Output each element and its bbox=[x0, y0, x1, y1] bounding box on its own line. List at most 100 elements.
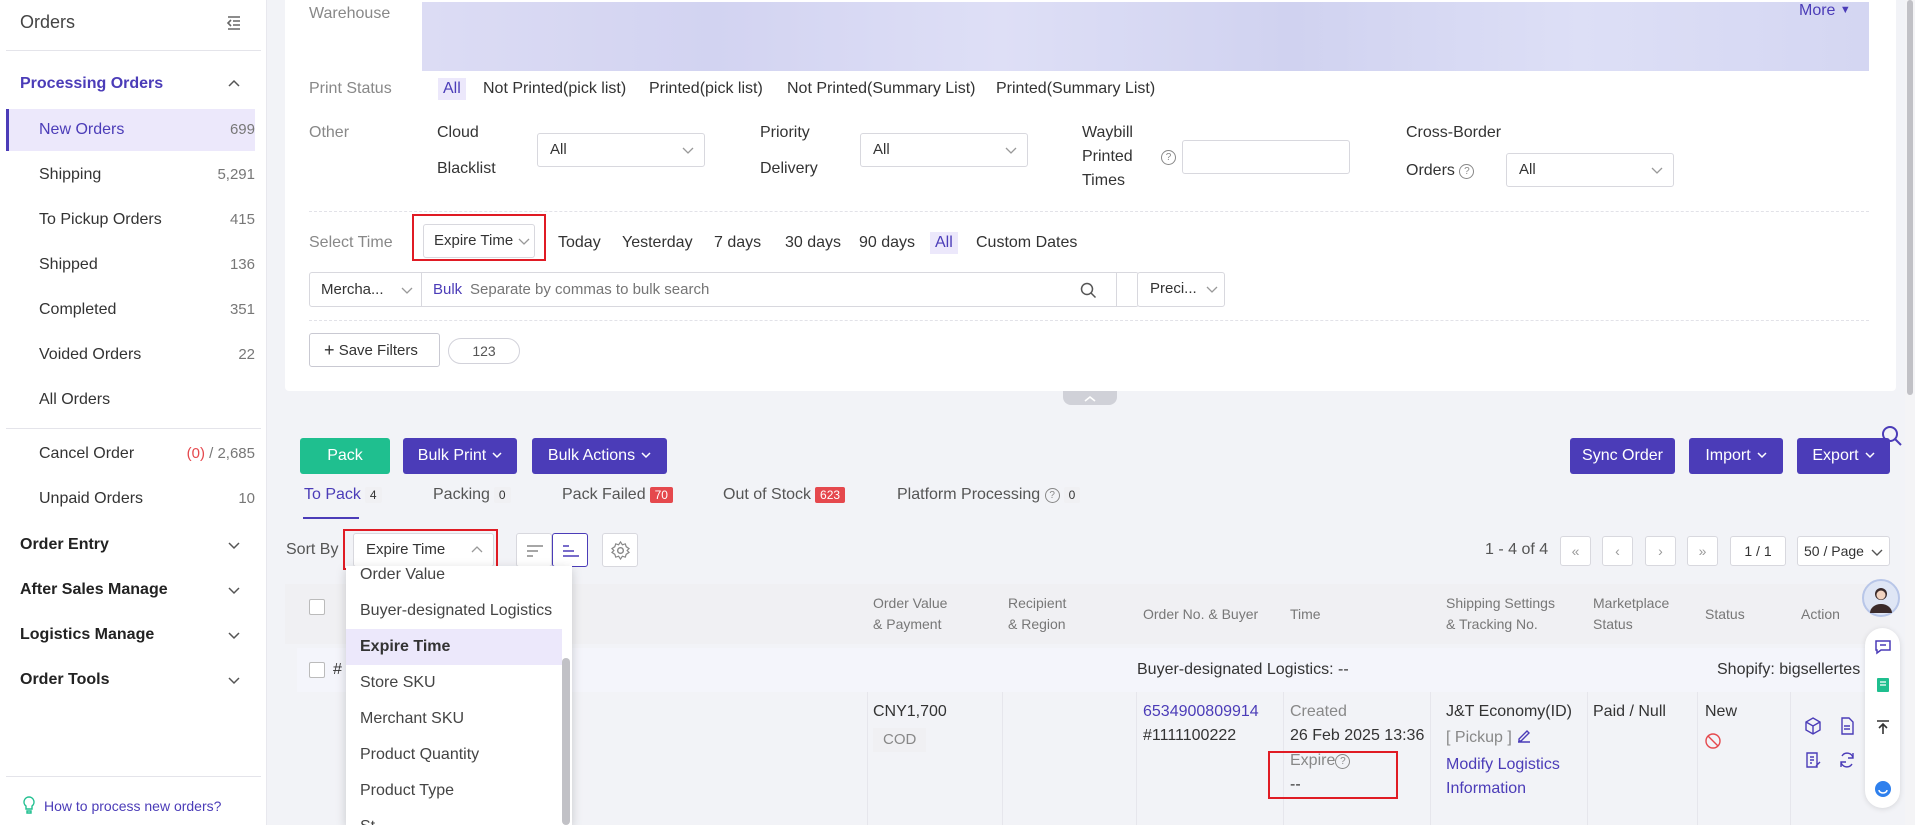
more-button[interactable]: More ▼ bbox=[1799, 2, 1851, 20]
sort-option-store-sku[interactable]: Store SKU bbox=[346, 665, 562, 701]
bulk-search-button[interactable]: Bulk bbox=[433, 273, 462, 306]
time-type-select[interactable]: Expire Time bbox=[423, 224, 535, 258]
book-icon[interactable] bbox=[1874, 676, 1892, 694]
tab-pack-failed[interactable]: Pack Failed 70 bbox=[562, 486, 673, 504]
help-icon[interactable]: ? bbox=[1335, 754, 1351, 769]
print-status-not-printed-pick[interactable]: Not Printed(pick list) bbox=[483, 80, 626, 98]
sidebar-item-new-orders[interactable]: New Orders 699 bbox=[6, 109, 255, 151]
prev-page-button[interactable]: ‹ bbox=[1602, 536, 1633, 566]
sort-option-expire-time[interactable]: Expire Time bbox=[346, 629, 562, 665]
sidebar-item-to-pickup-orders[interactable]: To Pickup Orders 415 bbox=[6, 199, 255, 241]
time-yesterday[interactable]: Yesterday bbox=[622, 234, 693, 252]
sidebar-section-order-tools[interactable]: Order Tools bbox=[20, 671, 110, 689]
import-button[interactable]: Import bbox=[1689, 438, 1783, 474]
print-status-printed-pick[interactable]: Printed(pick list) bbox=[649, 80, 763, 98]
time-90-days[interactable]: 90 days bbox=[859, 234, 915, 252]
time-all[interactable]: All bbox=[930, 232, 958, 254]
page-scrollbar[interactable] bbox=[1905, 0, 1915, 825]
package-icon[interactable] bbox=[1803, 716, 1823, 736]
waybill-printed-times-input[interactable] bbox=[1182, 140, 1350, 174]
help-icon[interactable]: ? bbox=[1044, 488, 1060, 503]
sidebar-item-completed[interactable]: Completed 351 bbox=[6, 289, 255, 331]
chevron-down-icon[interactable] bbox=[228, 629, 240, 641]
sort-descending-button[interactable] bbox=[516, 533, 552, 567]
time-custom-dates[interactable]: Custom Dates bbox=[976, 234, 1077, 252]
sort-option-product-type[interactable]: Product Type bbox=[346, 773, 562, 809]
search-field-select[interactable]: Mercha... bbox=[310, 273, 422, 306]
help-icon[interactable]: ? bbox=[1459, 164, 1475, 179]
next-page-button[interactable]: › bbox=[1645, 536, 1676, 566]
sort-option-merchant-sku[interactable]: Merchant SKU bbox=[346, 701, 562, 737]
row-checkbox[interactable] bbox=[309, 662, 325, 678]
tab-out-of-stock[interactable]: Out of Stock 623 bbox=[723, 486, 846, 504]
sidebar-section-after-sales-manage[interactable]: After Sales Manage bbox=[20, 581, 168, 599]
pack-button[interactable]: Pack bbox=[300, 438, 390, 474]
help-icon[interactable]: ? bbox=[1161, 150, 1176, 165]
sidebar-section-order-entry[interactable]: Order Entry bbox=[20, 536, 109, 554]
dropdown-scrollbar[interactable] bbox=[562, 658, 570, 825]
chevron-down-icon[interactable] bbox=[228, 539, 240, 551]
cloud-blacklist-select[interactable]: All bbox=[537, 133, 705, 167]
scrollbar-thumb[interactable] bbox=[1907, 0, 1913, 395]
tab-platform-processing[interactable]: Platform Processing ? 0 bbox=[897, 486, 1081, 504]
refresh-icon[interactable] bbox=[1837, 750, 1857, 770]
sort-option-order-value[interactable]: Order Value bbox=[346, 566, 562, 593]
bulk-print-button[interactable]: Bulk Print bbox=[403, 438, 517, 474]
sidebar-section-logistics-manage[interactable]: Logistics Manage bbox=[20, 626, 154, 644]
bulk-actions-button[interactable]: Bulk Actions bbox=[532, 438, 667, 474]
search-icon[interactable] bbox=[1880, 424, 1904, 448]
time-7-days[interactable]: 7 days bbox=[714, 234, 761, 252]
page-size-select[interactable]: 50 / Page bbox=[1797, 536, 1890, 566]
document-icon[interactable] bbox=[1837, 716, 1857, 736]
edit-icon[interactable] bbox=[1516, 728, 1532, 744]
sidebar-item-voided-orders[interactable]: Voided Orders 22 bbox=[6, 334, 255, 376]
time-today[interactable]: Today bbox=[558, 234, 601, 252]
priority-delivery-select[interactable]: All bbox=[860, 133, 1028, 167]
sidebar-item-unpaid-orders[interactable]: Unpaid Orders 10 bbox=[6, 478, 255, 520]
sort-option-partial[interactable]: St... bbox=[346, 809, 562, 825]
search-input[interactable] bbox=[470, 273, 1070, 306]
chevron-up-icon[interactable] bbox=[228, 78, 240, 90]
time-30-days[interactable]: 30 days bbox=[785, 234, 841, 252]
cross-border-orders-select[interactable]: All bbox=[1506, 153, 1674, 187]
print-status-printed-summary[interactable]: Printed(Summary List) bbox=[996, 80, 1155, 98]
back-to-top-icon[interactable] bbox=[1874, 718, 1892, 736]
sync-order-button[interactable]: Sync Order bbox=[1570, 438, 1675, 474]
assistant-icon[interactable] bbox=[1874, 780, 1892, 798]
tab-to-pack[interactable]: To Pack 4 bbox=[304, 486, 382, 504]
save-filters-button[interactable]: + Save Filters bbox=[309, 333, 440, 367]
support-avatar[interactable] bbox=[1862, 579, 1900, 617]
search-precision-select[interactable]: Preci... bbox=[1137, 272, 1225, 307]
modify-logistics-link-2[interactable]: Information bbox=[1446, 777, 1526, 801]
export-button[interactable]: Export bbox=[1797, 438, 1890, 474]
help-link-new-orders[interactable]: How to process new orders? bbox=[22, 796, 221, 814]
sort-by-select[interactable]: Expire Time bbox=[353, 533, 494, 567]
sort-option-product-quantity[interactable]: Product Quantity bbox=[346, 737, 562, 773]
search-icon[interactable] bbox=[1080, 282, 1097, 299]
page-number-input[interactable]: 1 / 1 bbox=[1730, 536, 1786, 566]
sidebar-item-cancel-order[interactable]: Cancel Order (0) / 2,685 bbox=[6, 433, 255, 475]
header-region: & Region bbox=[1008, 616, 1066, 632]
settings-button[interactable] bbox=[602, 533, 638, 567]
sidebar-item-shipped[interactable]: Shipped 136 bbox=[6, 244, 255, 286]
print-status-not-printed-summary[interactable]: Not Printed(Summary List) bbox=[787, 80, 976, 98]
collapse-filter-toggle[interactable] bbox=[1063, 391, 1117, 405]
sort-ascending-button[interactable] bbox=[552, 533, 588, 567]
collapse-menu-icon[interactable] bbox=[225, 14, 243, 32]
sidebar-item-all-orders[interactable]: All Orders bbox=[6, 379, 255, 421]
first-page-button[interactable]: « bbox=[1560, 536, 1591, 566]
chat-icon[interactable] bbox=[1874, 638, 1892, 656]
sidebar-section-processing-orders[interactable]: Processing Orders bbox=[20, 75, 163, 93]
last-page-button[interactable]: » bbox=[1687, 536, 1718, 566]
select-all-checkbox[interactable] bbox=[309, 599, 325, 615]
modify-logistics-link[interactable]: Modify Logistics bbox=[1446, 753, 1560, 777]
sort-option-buyer-designated-logistics[interactable]: Buyer-designated Logistics bbox=[346, 593, 562, 629]
chevron-down-icon[interactable] bbox=[228, 584, 240, 596]
tab-packing[interactable]: Packing 0 bbox=[433, 486, 511, 504]
saved-filter-tag[interactable]: 123 bbox=[448, 338, 520, 364]
order-number-link[interactable]: 6534900809914 bbox=[1143, 700, 1259, 724]
chevron-down-icon[interactable] bbox=[228, 674, 240, 686]
list-edit-icon[interactable] bbox=[1803, 750, 1823, 770]
sidebar-item-shipping[interactable]: Shipping 5,291 bbox=[6, 154, 255, 196]
print-status-all[interactable]: All bbox=[438, 78, 466, 100]
